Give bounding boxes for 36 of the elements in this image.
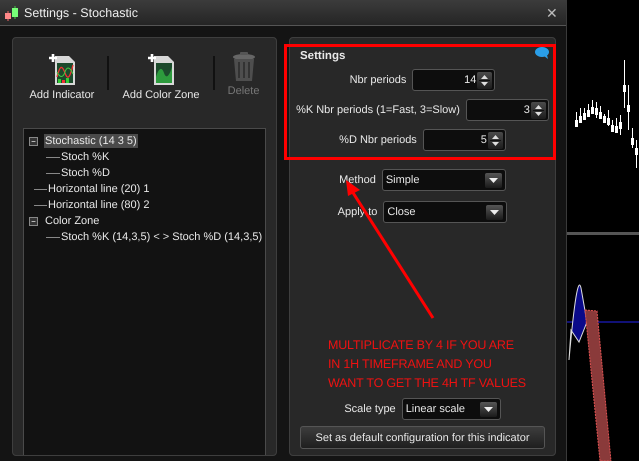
field-label: Method [339, 174, 376, 186]
tree-item[interactable]: Stoch %K (14,3,5) < > Stoch %D (14,3,5) [60, 230, 264, 244]
dropdown[interactable]: Close [383, 201, 508, 223]
annotation-text: MULTIPLICATE BY 4 IF YOU ARE IN 1H TIMEFRAME AND YOU WANT TO GET THE 4H TF VALUES [328, 337, 526, 392]
close-button[interactable]: ✕ [544, 4, 560, 20]
field-label: Scale type [344, 403, 396, 415]
candlestick-icon [4, 4, 20, 20]
tree-item[interactable]: Horizontal line (80) 2 [47, 198, 150, 212]
tree-item[interactable]: Color Zone [44, 214, 100, 228]
spin-arrows-icon[interactable] [530, 102, 546, 118]
section-title: Settings [300, 50, 346, 62]
number-field[interactable]: 14 [412, 69, 496, 91]
tree-item[interactable]: Stoch %K [60, 150, 110, 164]
number-field[interactable]: 3 [466, 99, 549, 121]
window-title: Settings - Stochastic [24, 6, 138, 20]
dropdown[interactable]: Linear scale [402, 398, 501, 420]
trash-icon [230, 52, 257, 82]
toolbar-button[interactable]: Add Color Zone [122, 52, 200, 101]
area-chart-icon [146, 52, 176, 86]
collapse-toggle-icon[interactable] [29, 136, 38, 146]
indicator-chart-icon [46, 52, 77, 86]
spin-arrows-icon[interactable] [477, 72, 492, 88]
tree-item[interactable]: Horizontal line (20) 1 [47, 182, 150, 196]
collapse-toggle-icon[interactable] [29, 216, 38, 226]
field-label: %D Nbr periods [339, 134, 417, 146]
field-label: %K Nbr periods (1=Fast, 3=Slow) [296, 104, 460, 116]
dropdown[interactable]: Simple [382, 169, 506, 191]
field-label: Nbr periods [350, 74, 406, 86]
spin-arrows-icon[interactable] [488, 132, 503, 148]
speech-bubble-icon[interactable] [535, 47, 549, 59]
tree-item[interactable]: Stochastic (14 3 5) [44, 134, 138, 148]
number-field[interactable]: 5 [422, 129, 506, 151]
set-default-button[interactable]: Set as default configuration for this indicator [300, 426, 545, 449]
field-label: Apply to [338, 206, 378, 218]
toolbar-button[interactable]: Add Indicator [30, 52, 94, 101]
tree-item[interactable]: Stoch %D [60, 166, 111, 180]
